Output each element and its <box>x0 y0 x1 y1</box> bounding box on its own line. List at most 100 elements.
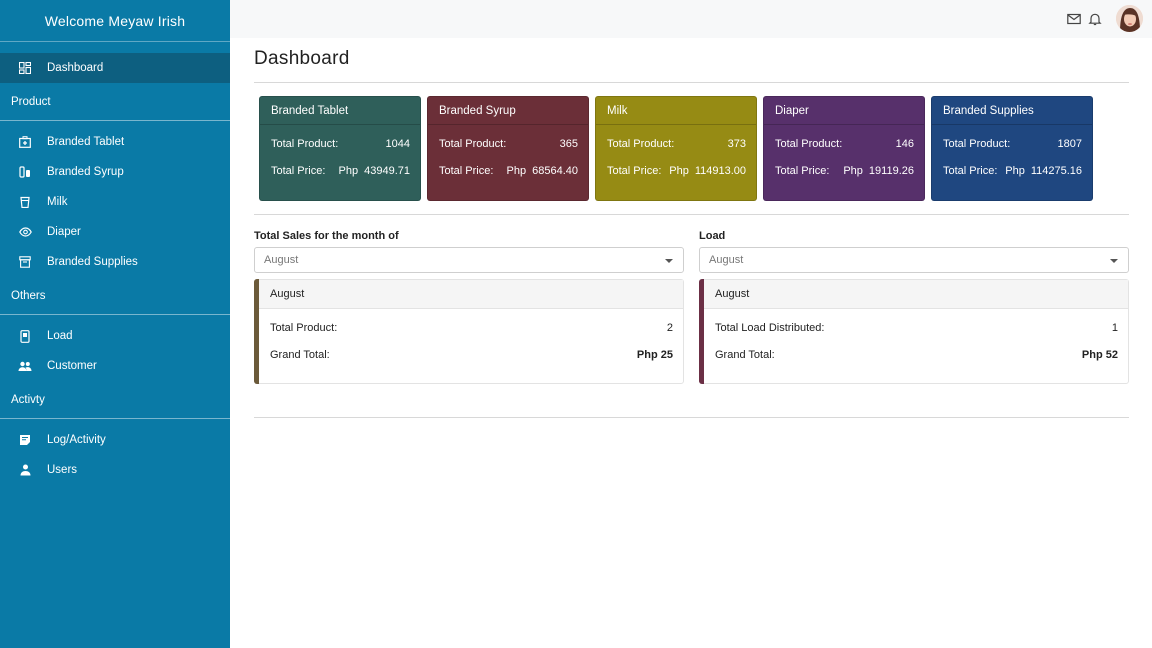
load-distributed: Total Load Distributed: 1 <box>700 314 1128 341</box>
sidebar-item-label: Milk <box>47 196 68 208</box>
card-diaper: Diaper Total Product: 146 Total Price: P… <box>763 96 925 201</box>
sales-grand-total: Grand Total: Php 25 <box>255 341 683 368</box>
currency: Php <box>506 164 527 177</box>
card-title: Branded Tablet <box>260 97 420 125</box>
card-title: Diaper <box>764 97 924 125</box>
sidebar-item-branded-supplies[interactable]: Branded Supplies <box>0 247 230 277</box>
sidebar-item-label: Log/Activity <box>47 434 106 446</box>
sales-label: Total Sales for the month of <box>254 230 399 242</box>
welcome-text: Welcome Meyaw Irish <box>0 0 230 42</box>
bottle-icon <box>18 165 32 179</box>
card-total-product: Total Product: 1807 <box>932 130 1092 157</box>
card-total-product: Total Product: 1044 <box>260 130 420 157</box>
bell-icon[interactable] <box>1088 12 1102 26</box>
value: 1807 <box>1057 137 1082 150</box>
phone-icon <box>18 329 32 343</box>
currency: Php <box>338 164 359 177</box>
value: 43949.71 <box>364 164 410 177</box>
panel-title: August <box>255 280 683 309</box>
card-total-product: Total Product: 373 <box>596 130 756 157</box>
currency: Php <box>843 164 863 177</box>
load-month-select[interactable]: August <box>699 247 1129 273</box>
mail-icon[interactable] <box>1067 12 1081 26</box>
label: Grand Total: <box>270 348 330 361</box>
sales-month-select[interactable]: August <box>254 247 684 273</box>
sidebar-item-label: Branded Syrup <box>47 166 124 178</box>
section-product: Product <box>0 83 230 121</box>
load-grand-total: Grand Total: Php 52 <box>700 341 1128 368</box>
label: Total Product: <box>607 137 675 150</box>
card-total-price: Total Price: Php 19119.26 <box>764 157 924 184</box>
label: Total Price: <box>607 164 662 177</box>
sidebar-item-branded-tablet[interactable]: Branded Tablet <box>0 127 230 157</box>
card-total-price: Total Price: Php 43949.71 <box>260 157 420 184</box>
avatar[interactable] <box>1116 5 1143 32</box>
load-label: Load <box>699 230 726 242</box>
top-bar <box>230 0 1152 38</box>
sales-total-product: Total Product: 2 <box>255 314 683 341</box>
divider <box>254 82 1129 83</box>
archive-icon <box>18 255 32 269</box>
label: Total Product: <box>775 137 843 150</box>
value: 365 <box>559 137 578 150</box>
value: 373 <box>727 137 746 150</box>
card-branded-tablet: Branded Tablet Total Product: 1044 Total… <box>259 96 421 201</box>
label: Total Load Distributed: <box>715 321 825 334</box>
load-panel: August Total Load Distributed: 1 Grand T… <box>699 279 1129 384</box>
value: 2 <box>666 321 673 334</box>
label: Total Product: <box>270 321 338 334</box>
person-icon <box>18 463 32 477</box>
sidebar-item-load[interactable]: Load <box>0 321 230 351</box>
sidebar-item-users[interactable]: Users <box>0 455 230 485</box>
card-branded-syrup: Branded Syrup Total Product: 365 Total P… <box>427 96 589 201</box>
divider <box>254 214 1129 215</box>
currency: Php <box>669 164 689 177</box>
card-total-price: Total Price: Php 114913.00 <box>596 157 756 184</box>
can-icon <box>18 195 32 209</box>
card-title: Branded Supplies <box>932 97 1092 125</box>
value: Php 52 <box>1081 348 1118 361</box>
label: Total Product: <box>943 137 1011 150</box>
product-cards: Branded Tablet Total Product: 1044 Total… <box>259 96 1093 201</box>
accent-bar <box>699 279 704 384</box>
section-others: Others <box>0 277 230 315</box>
people-icon <box>18 359 32 373</box>
card-title: Branded Syrup <box>428 97 588 125</box>
card-total-product: Total Product: 146 <box>764 130 924 157</box>
selected-value: August <box>709 254 744 266</box>
accent-bar <box>254 279 259 384</box>
sidebar-item-label: Dashboard <box>47 62 104 74</box>
sidebar: Welcome Meyaw Irish Dashboard Product Br… <box>0 0 230 648</box>
sidebar-item-label: Diaper <box>47 226 81 238</box>
sidebar-item-diaper[interactable]: Diaper <box>0 217 230 247</box>
card-total-product: Total Product: 365 <box>428 130 588 157</box>
note-icon <box>18 433 32 447</box>
sidebar-item-branded-syrup[interactable]: Branded Syrup <box>0 157 230 187</box>
value: 114275.16 <box>1030 164 1082 177</box>
label: Grand Total: <box>715 348 775 361</box>
sidebar-item-milk[interactable]: Milk <box>0 187 230 217</box>
panel-title: August <box>700 280 1128 309</box>
label: Total Price: <box>943 164 998 177</box>
label: Total Product: <box>271 137 339 150</box>
value: 19119.26 <box>868 164 914 177</box>
card-total-price: Total Price: Php 114275.16 <box>932 157 1092 184</box>
sidebar-item-customer[interactable]: Customer <box>0 351 230 381</box>
sidebar-item-label: Branded Tablet <box>47 136 125 148</box>
value: 1044 <box>385 137 410 150</box>
section-activity: Activty <box>0 381 230 419</box>
label: Total Price: <box>439 164 494 177</box>
value: 68564.40 <box>532 164 578 177</box>
card-milk: Milk Total Product: 373 Total Price: Php… <box>595 96 757 201</box>
selected-value: August <box>264 254 299 266</box>
sidebar-item-label: Branded Supplies <box>47 256 138 268</box>
medkit-icon <box>18 135 32 149</box>
value: 114913.00 <box>694 164 746 177</box>
sidebar-item-log-activity[interactable]: Log/Activity <box>0 425 230 455</box>
card-title: Milk <box>596 97 756 125</box>
sidebar-item-label: Customer <box>47 360 97 372</box>
sidebar-item-dashboard[interactable]: Dashboard <box>0 53 230 83</box>
label: Total Price: <box>775 164 830 177</box>
label: Total Product: <box>439 137 507 150</box>
value: 146 <box>895 137 914 150</box>
